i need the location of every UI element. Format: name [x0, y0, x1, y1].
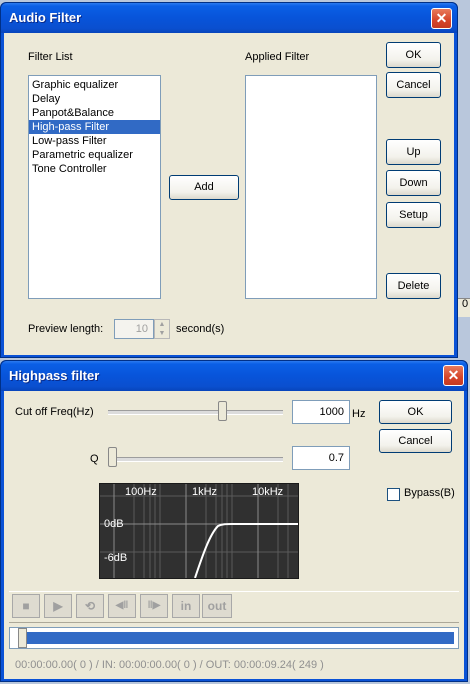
- filter-list-item[interactable]: Tone Controller: [29, 162, 160, 176]
- stop-icon[interactable]: ■: [12, 594, 40, 618]
- seek-bar-thumb[interactable]: [18, 628, 27, 648]
- highpass-ok-button[interactable]: OK: [379, 400, 452, 424]
- q-input[interactable]: 0.7: [292, 446, 350, 470]
- preview-length-input[interactable]: 10: [114, 319, 154, 339]
- filter-list-item[interactable]: High-pass Filter: [29, 120, 160, 134]
- seek-bar-fill: [24, 632, 454, 644]
- db-label-minus6: -6dB: [104, 552, 128, 564]
- status-text: 00:00:00.00( 0 ) / IN: 00:00:00.00( 0 ) …: [15, 659, 324, 671]
- setup-button[interactable]: Setup: [386, 202, 441, 228]
- spin-down-icon[interactable]: ▼: [155, 329, 169, 338]
- response-curve: [194, 523, 298, 578]
- applied-filter-list[interactable]: [245, 75, 377, 299]
- bypass-label[interactable]: Bypass(B): [404, 487, 455, 499]
- filter-list-label: Filter List: [28, 51, 73, 63]
- highpass-title: Highpass filter: [9, 368, 100, 383]
- background-text: 0: [462, 298, 469, 310]
- q-slider-track[interactable]: [108, 457, 283, 462]
- cutoff-slider-track[interactable]: [108, 410, 283, 415]
- play-icon[interactable]: ▶: [44, 594, 72, 618]
- filter-list-item[interactable]: Parametric equalizer: [29, 148, 160, 162]
- audio-filter-close-button[interactable]: ✕: [431, 8, 452, 29]
- preview-length-label: Preview length:: [28, 323, 104, 335]
- cutoff-freq-input[interactable]: 1000: [292, 400, 350, 424]
- filter-list-item[interactable]: Panpot&Balance: [29, 106, 160, 120]
- audio-filter-window: Audio Filter ✕ Filter List Applied Filte…: [0, 2, 458, 358]
- preview-length-unit: second(s): [176, 323, 225, 335]
- spin-up-icon[interactable]: ▲: [155, 320, 169, 329]
- audio-filter-title: Audio Filter: [9, 10, 82, 25]
- filter-list-item[interactable]: Graphic equalizer: [29, 78, 160, 92]
- prev-marker-icon[interactable]: ◀‖: [108, 594, 136, 618]
- add-button[interactable]: Add: [169, 175, 239, 200]
- frequency-response-graph: 100Hz 1kHz 10kHz 0dB -6dB: [99, 483, 299, 579]
- applied-filter-label: Applied Filter: [245, 51, 310, 63]
- filter-list[interactable]: Graphic equalizer Delay Panpot&Balance High…: [28, 75, 161, 299]
- q-slider-thumb[interactable]: [108, 447, 117, 467]
- cutoff-unit: Hz: [352, 408, 366, 420]
- freq-label-100hz: 100Hz: [125, 486, 157, 498]
- out-button[interactable]: out: [202, 594, 232, 618]
- highpass-client: Cut off Freq(Hz) 1000 Hz Q 0.7 OK Cancel…: [4, 391, 464, 679]
- audio-filter-client: Filter List Applied Filter Graphic equal…: [4, 33, 454, 355]
- filter-list-item[interactable]: Low-pass Filter: [29, 134, 160, 148]
- bypass-checkbox[interactable]: [387, 488, 400, 501]
- audio-filter-titlebar[interactable]: Audio Filter ✕: [1, 3, 457, 33]
- freq-label-10khz: 10kHz: [252, 486, 284, 498]
- cutoff-freq-label: Cut off Freq(Hz): [15, 406, 94, 418]
- seek-bar[interactable]: [9, 627, 459, 649]
- highpass-cancel-button[interactable]: Cancel: [379, 429, 452, 453]
- next-marker-icon[interactable]: ‖▶: [140, 594, 168, 618]
- delete-button[interactable]: Delete: [386, 273, 441, 299]
- filter-list-item[interactable]: Delay: [29, 92, 160, 106]
- db-label-0: 0dB: [104, 518, 124, 530]
- highpass-filter-window: Highpass filter ✕ Cut off Freq(Hz) 1000 …: [0, 360, 468, 682]
- q-label: Q: [90, 453, 99, 465]
- in-button[interactable]: in: [172, 594, 200, 618]
- ok-button[interactable]: OK: [386, 42, 441, 68]
- cutoff-slider-thumb[interactable]: [218, 401, 227, 421]
- down-button[interactable]: Down: [386, 170, 441, 196]
- frequency-response-svg: [100, 484, 298, 578]
- loop-icon[interactable]: ⟲: [76, 594, 104, 618]
- preview-length-spinner[interactable]: ▲ ▼: [154, 319, 170, 339]
- freq-label-1khz: 1kHz: [192, 486, 218, 498]
- cancel-button[interactable]: Cancel: [386, 72, 441, 98]
- highpass-close-button[interactable]: ✕: [443, 365, 464, 386]
- highpass-titlebar[interactable]: Highpass filter ✕: [1, 361, 467, 391]
- up-button[interactable]: Up: [386, 139, 441, 165]
